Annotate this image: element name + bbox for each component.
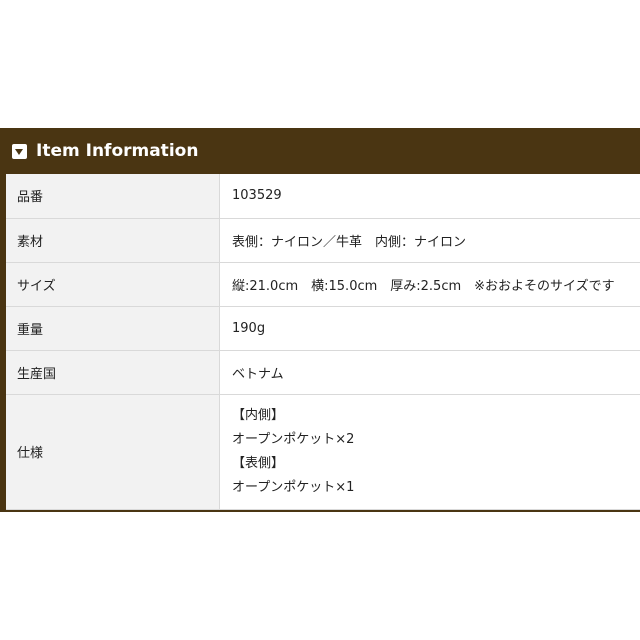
row-label: サイズ [6, 262, 220, 307]
row-label: 生産国 [6, 350, 220, 395]
table-row: 仕様 【内側】 オープンポケット×2 【表側】 オープンポケット×1 [6, 394, 640, 510]
table-row: 重量 190g [6, 306, 640, 351]
row-label: 素材 [6, 218, 220, 263]
row-label: 重量 [6, 306, 220, 351]
row-label: 品番 [6, 174, 220, 219]
item-information-panel: Item Information 品番 103529 素材 表側：ナイロン／牛革… [0, 128, 640, 512]
table-row: 生産国 ベトナム [6, 350, 640, 395]
row-value: 103529 [219, 174, 640, 219]
spec-line: 【内側】 [232, 407, 285, 423]
item-info-table: 品番 103529 素材 表側：ナイロン／牛革 内側：ナイロン サイズ 縦:21… [6, 174, 640, 510]
spec-line: オープンポケット×1 [232, 479, 355, 495]
table-row: 素材 表側：ナイロン／牛革 内側：ナイロン [6, 218, 640, 263]
row-value: 表側：ナイロン／牛革 内側：ナイロン [219, 218, 640, 263]
table-row: 品番 103529 [6, 174, 640, 219]
row-value: 190g [219, 306, 640, 351]
spec-line: 【表側】 [232, 455, 285, 471]
triangle-down-icon[interactable] [12, 143, 27, 159]
row-value-multiline: 【内側】 オープンポケット×2 【表側】 オープンポケット×1 [219, 394, 640, 510]
section-header: Item Information [0, 128, 640, 174]
row-value: ベトナム [219, 350, 640, 395]
spec-line: オープンポケット×2 [232, 431, 355, 447]
section-title: Item Information [36, 141, 199, 161]
row-value: 縦:21.0cm 横:15.0cm 厚み:2.5cm ※おおよそのサイズです [219, 262, 640, 307]
table-row: サイズ 縦:21.0cm 横:15.0cm 厚み:2.5cm ※おおよそのサイズ… [6, 262, 640, 307]
row-label: 仕様 [6, 394, 220, 510]
